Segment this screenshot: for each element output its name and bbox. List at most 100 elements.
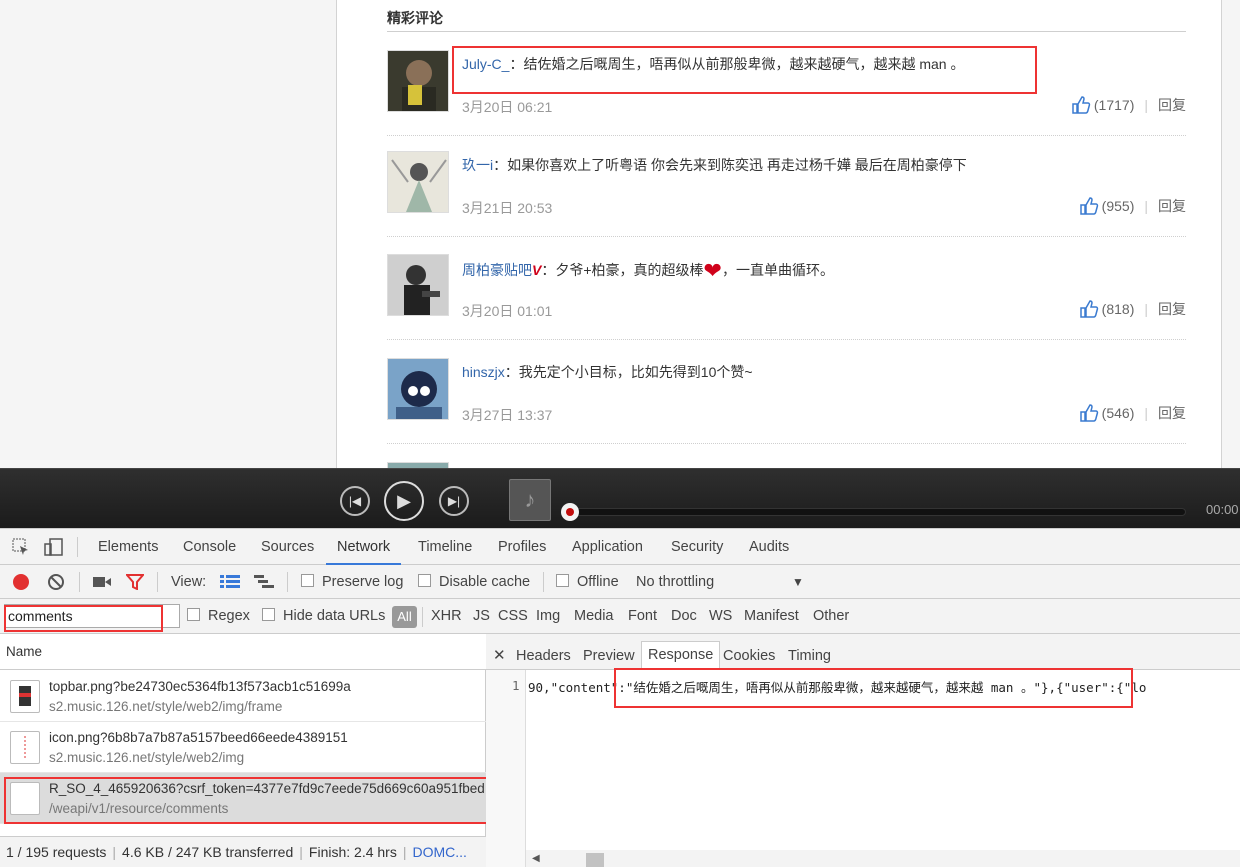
next-track-button[interactable]: ▶| xyxy=(439,486,469,516)
request-details: ✕ Headers Preview Response Cookies Timin… xyxy=(486,634,1240,867)
filter-ws[interactable]: WS xyxy=(709,599,732,634)
filter-icon[interactable] xyxy=(124,574,146,593)
name-column-header[interactable]: Name xyxy=(0,634,486,670)
reply-link[interactable]: 回复 xyxy=(1158,299,1186,319)
avatar[interactable] xyxy=(387,50,449,112)
divider: | xyxy=(1144,97,1148,113)
list-view-icon[interactable] xyxy=(220,575,240,592)
comment-username[interactable]: 周柏豪贴吧 xyxy=(462,262,532,278)
tab-security[interactable]: Security xyxy=(671,529,723,565)
avatar[interactable] xyxy=(387,254,449,316)
comment-item xyxy=(387,444,1186,470)
capture-screenshots-icon[interactable] xyxy=(92,575,112,592)
chevron-down-icon[interactable]: ▼ xyxy=(792,565,804,599)
domcontentloaded-time: DOMC... xyxy=(412,844,467,860)
progress-handle[interactable] xyxy=(561,503,579,521)
avatar[interactable] xyxy=(387,151,449,213)
play-button[interactable]: ▶ xyxy=(384,481,424,521)
request-path: s2.music.126.net/style/web2/img xyxy=(49,750,245,765)
inspect-element-icon[interactable] xyxy=(12,538,30,559)
tab-cookies[interactable]: Cookies xyxy=(723,643,775,670)
record-icon[interactable] xyxy=(12,573,30,594)
reply-link[interactable]: 回复 xyxy=(1158,403,1186,423)
scroll-left-icon[interactable]: ◀ xyxy=(532,853,540,864)
divider xyxy=(77,537,78,557)
tab-preview[interactable]: Preview xyxy=(583,643,635,670)
devtools-panel: Elements Console Sources Network Timelin… xyxy=(0,528,1240,867)
horizontal-scrollbar[interactable]: ◀ xyxy=(526,850,1240,867)
checkbox-icon xyxy=(187,608,200,621)
waterfall-view-icon[interactable] xyxy=(254,575,274,592)
filter-xhr[interactable]: XHR xyxy=(431,599,462,634)
comment-text: 玖一i：如果你喜欢上了听粤语 你会先来到陈奕迅 再走过杨千嬅 最后在周柏豪停下 xyxy=(462,157,967,173)
details-tabbar: ✕ Headers Preview Response Cookies Timin… xyxy=(486,634,1240,670)
tab-elements[interactable]: Elements xyxy=(98,529,158,565)
offline-checkbox[interactable]: Offline xyxy=(556,565,619,599)
thumbs-up-icon[interactable] xyxy=(1079,403,1099,423)
comment-username[interactable]: hinszjx xyxy=(462,364,505,380)
avatar[interactable] xyxy=(387,358,449,420)
disable-cache-checkbox[interactable]: Disable cache xyxy=(418,565,530,599)
album-cover[interactable]: ♪ xyxy=(509,479,551,521)
device-toolbar-icon[interactable] xyxy=(44,538,64,559)
network-status-bar: 1 / 195 requests | 4.6 KB / 247 KB transfe… xyxy=(0,836,486,867)
tab-sources[interactable]: Sources xyxy=(261,529,314,565)
reply-link[interactable]: 回复 xyxy=(1158,196,1186,216)
comment-username[interactable]: 玖一i xyxy=(462,157,493,173)
tab-audits[interactable]: Audits xyxy=(749,529,789,565)
filter-bar: comments Regex Hide data URLs All XHR JS… xyxy=(0,599,1240,634)
checkbox-icon xyxy=(556,574,569,587)
progress-bar[interactable] xyxy=(561,503,1186,521)
tab-console[interactable]: Console xyxy=(183,529,236,565)
filter-manifest[interactable]: Manifest xyxy=(744,599,799,634)
comment-time: 3月20日 01:01 xyxy=(462,303,553,319)
comment-time: 3月20日 06:21 xyxy=(462,99,553,115)
filter-all-button[interactable]: All xyxy=(392,606,417,628)
preserve-log-checkbox[interactable]: Preserve log xyxy=(301,565,403,599)
line-gutter: 1 xyxy=(486,670,526,867)
player-time: 00:00 xyxy=(1206,502,1239,517)
tab-timeline[interactable]: Timeline xyxy=(418,529,472,565)
filter-media[interactable]: Media xyxy=(574,599,614,634)
tab-network[interactable]: Network xyxy=(326,529,402,565)
request-row[interactable]: icon.png?6b8b7a7b87a5157beed66eede438915… xyxy=(0,722,486,773)
regex-checkbox[interactable]: Regex xyxy=(187,599,250,634)
like-count: (546) xyxy=(1101,405,1135,421)
clear-icon[interactable] xyxy=(47,573,65,594)
scrollbar-thumb[interactable] xyxy=(586,853,604,867)
divider xyxy=(79,572,80,592)
image-file-icon xyxy=(10,731,40,764)
tab-profiles[interactable]: Profiles xyxy=(498,529,546,565)
music-player-bar: |◀ ▶ ▶| ♪ 00:00 xyxy=(0,468,1240,528)
previous-track-button[interactable]: |◀ xyxy=(340,486,370,516)
thumbs-up-icon[interactable] xyxy=(1079,196,1099,216)
reply-link[interactable]: 回复 xyxy=(1158,95,1186,115)
checkbox-icon xyxy=(418,574,431,587)
skip-back-icon: |◀ xyxy=(348,494,362,508)
comment-time: 3月21日 20:53 xyxy=(462,200,553,216)
close-icon[interactable]: ✕ xyxy=(493,643,506,670)
filter-doc[interactable]: Doc xyxy=(671,599,697,634)
request-count: 1 / 195 requests xyxy=(6,844,107,860)
verified-badge: V xyxy=(532,262,542,278)
divider: | xyxy=(1144,198,1148,214)
request-row[interactable]: topbar.png?be24730ec5364fb13f573acb1c516… xyxy=(0,671,486,722)
tab-timing[interactable]: Timing xyxy=(788,643,831,670)
filter-js[interactable]: JS xyxy=(473,599,490,634)
throttling-select[interactable]: No throttling xyxy=(636,565,714,599)
tab-application[interactable]: Application xyxy=(572,529,643,565)
tab-headers[interactable]: Headers xyxy=(516,643,571,670)
request-list: Name topbar.png?be24730ec5364fb13f573acb… xyxy=(0,634,491,844)
highlight-box xyxy=(614,668,1133,708)
divider xyxy=(157,572,158,592)
thumbs-up-icon[interactable] xyxy=(1079,299,1099,319)
hide-data-urls-checkbox[interactable]: Hide data URLs xyxy=(262,599,385,634)
filter-font[interactable]: Font xyxy=(628,599,657,634)
checkbox-icon xyxy=(262,608,275,621)
tab-response[interactable]: Response xyxy=(641,641,721,670)
filter-css[interactable]: CSS xyxy=(498,599,528,634)
thumbs-up-icon[interactable] xyxy=(1071,95,1091,115)
filter-other[interactable]: Other xyxy=(813,599,849,634)
filter-img[interactable]: Img xyxy=(536,599,560,634)
checkbox-icon xyxy=(301,574,314,587)
